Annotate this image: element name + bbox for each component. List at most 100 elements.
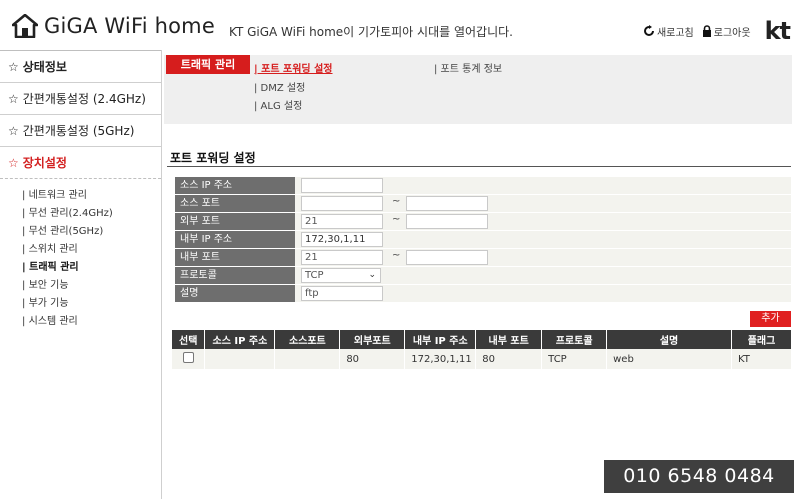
port-forward-table: 선택 소스 IP 주소 소스포트 외부포트 내부 IP 주소 내부 포트 프로토…: [172, 330, 793, 369]
sidebar: ☆ 상태정보 ☆ 간편개통설정 (2.4GHz) ☆ 간편개통설정 (5GHz)…: [0, 50, 162, 499]
tab-port-statistics[interactable]: | 포트 통계 정보: [434, 60, 502, 75]
form-row-external-port: 외부 포트 21 ~: [175, 213, 791, 231]
external-port-label: 외부 포트: [175, 213, 295, 230]
form-row-internal-port: 내부 포트 21 ~: [175, 249, 791, 267]
table-header: 내부 IP 주소: [404, 330, 477, 349]
sidebar-item-quick-setup-5ghz[interactable]: ☆ 간편개통설정 (5GHz): [0, 115, 161, 147]
top-header: GiGA WiFi home KT GiGA WiFi home이 기가토피아 …: [0, 0, 800, 50]
table-header: 프로토콜: [541, 330, 608, 349]
table-header: 선택: [172, 330, 206, 349]
submenu-wireless-24ghz[interactable]: | 무선 관리(2.4GHz): [22, 205, 161, 223]
star-icon: ☆: [8, 155, 19, 170]
cell-flag: KT: [731, 349, 793, 369]
submenu-switch[interactable]: | 스위치 관리: [22, 241, 161, 259]
submenu-label: 트래픽 관리: [29, 262, 79, 273]
table-header: 플래그: [731, 330, 793, 349]
protocol-value: TCP: [305, 270, 324, 281]
submenu-network[interactable]: | 네트워크 관리: [22, 187, 161, 205]
device-settings-submenu: | 네트워크 관리 | 무선 관리(2.4GHz) | 무선 관리(5GHz) …: [0, 179, 161, 331]
header-actions: 새로고침 로그아웃 kt: [643, 17, 791, 45]
internal-port-to-input[interactable]: [406, 250, 488, 265]
range-tilde: ~: [392, 214, 401, 225]
cell-source-ip: [204, 349, 276, 369]
internal-port-label: 내부 포트: [175, 249, 295, 266]
star-icon: ☆: [8, 123, 19, 138]
form-cell: TCP ⌄: [295, 267, 791, 284]
port-forward-form: 소스 IP 주소 소스 포트 ~ 외부 포트 21 ~ 내부 IP 주소 172…: [175, 177, 791, 303]
kt-logo: kt: [764, 17, 791, 45]
cell-protocol: TCP: [541, 349, 608, 369]
form-cell: 172,30,1,11: [295, 231, 791, 248]
form-cell: [295, 177, 791, 194]
sidebar-item-label: 간편개통설정 (2.4GHz): [22, 92, 146, 106]
cell-internal-ip: 172,30,1,11: [404, 349, 477, 369]
logout-button[interactable]: 로그아웃: [702, 24, 751, 39]
table-header: 소스포트: [274, 330, 341, 349]
phone-number-overlay: 010 6548 0484: [604, 460, 794, 493]
tab-port-forwarding[interactable]: | 포트 포워딩 설정: [254, 60, 333, 75]
lock-icon: [702, 25, 711, 37]
protocol-label: 프로토콜: [175, 267, 295, 284]
description-input[interactable]: ftp: [301, 286, 383, 301]
source-ip-input[interactable]: [301, 178, 383, 193]
traffic-tabbar: 트래픽 관리 | 포트 포워딩 설정 | 포트 통계 정보 | DMZ 설정 |…: [164, 55, 792, 124]
form-row-internal-ip: 내부 IP 주소 172,30,1,11: [175, 231, 791, 249]
submenu-traffic[interactable]: | 트래픽 관리: [22, 259, 161, 277]
form-cell: ftp: [295, 285, 791, 302]
table-header: 외부포트: [339, 330, 406, 349]
router-admin-page: GiGA WiFi home KT GiGA WiFi home이 기가토피아 …: [0, 0, 800, 499]
source-port-from-input[interactable]: [301, 196, 383, 211]
header-slogan: KT GiGA WiFi home이 기가토피아 시대를 열어갑니다.: [229, 25, 513, 39]
row-select-checkbox[interactable]: [182, 352, 194, 363]
tab-alg[interactable]: | ALG 설정: [254, 97, 302, 112]
tab-dmz[interactable]: | DMZ 설정: [254, 79, 305, 94]
logout-label: 로그아웃: [713, 27, 751, 39]
cell-source-port: [274, 349, 341, 369]
table-header: 설명: [606, 330, 732, 349]
refresh-icon: [643, 25, 654, 36]
title-divider: [167, 166, 791, 167]
sidebar-item-label: 상태정보: [22, 60, 67, 74]
submenu-security[interactable]: | 보안 기능: [22, 277, 161, 295]
table-header: 소스 IP 주소: [204, 330, 276, 349]
tab-traffic-management[interactable]: 트래픽 관리: [166, 55, 250, 74]
brand-name: GiGA WiFi home: [44, 14, 215, 38]
internal-port-from-input[interactable]: 21: [301, 250, 383, 265]
sidebar-item-device-settings[interactable]: ☆ 장치설정: [0, 147, 161, 179]
form-row-description: 설명 ftp: [175, 285, 791, 303]
sidebar-item-label: 장치설정: [22, 156, 67, 170]
form-row-source-ip: 소스 IP 주소: [175, 177, 791, 195]
submenu-label: 스위치 관리: [28, 244, 78, 255]
table-header: 내부 포트: [475, 330, 543, 349]
submenu-label: 무선 관리(2.4GHz): [28, 208, 113, 219]
add-button[interactable]: 추가: [750, 311, 791, 327]
page-title: 포트 포워딩 설정: [170, 151, 256, 165]
chevron-down-icon: ⌄: [368, 270, 376, 280]
range-tilde: ~: [392, 196, 401, 207]
table-row: 80 172,30,1,11 80 TCP web KT: [172, 349, 793, 369]
refresh-button[interactable]: 새로고침: [643, 24, 694, 39]
sidebar-item-quick-setup-24ghz[interactable]: ☆ 간편개통설정 (2.4GHz): [0, 83, 161, 115]
protocol-select[interactable]: TCP ⌄: [301, 268, 381, 283]
range-tilde: ~: [392, 250, 401, 261]
submenu-label: 무선 관리(5GHz): [28, 226, 104, 237]
cell-external-port: 80: [339, 349, 406, 369]
sidebar-item-status[interactable]: ☆ 상태정보: [0, 51, 161, 83]
internal-ip-input[interactable]: 172,30,1,11: [301, 232, 383, 247]
form-row-protocol: 프로토콜 TCP ⌄: [175, 267, 791, 285]
submenu-wireless-5ghz[interactable]: | 무선 관리(5GHz): [22, 223, 161, 241]
submenu-extra[interactable]: | 부가 기능: [22, 295, 161, 313]
brand-logo[interactable]: GiGA WiFi home: [12, 14, 215, 38]
submenu-label: 보안 기능: [28, 280, 69, 291]
house-icon: [12, 14, 38, 38]
form-cell: ~: [295, 195, 791, 212]
submenu-system[interactable]: | 시스템 관리: [22, 313, 161, 331]
form-cell: 21 ~: [295, 213, 791, 230]
refresh-label: 새로고침: [656, 27, 694, 39]
table-header-row: 선택 소스 IP 주소 소스포트 외부포트 내부 IP 주소 내부 포트 프로토…: [172, 330, 793, 349]
external-port-from-input[interactable]: 21: [301, 214, 383, 229]
form-row-source-port: 소스 포트 ~: [175, 195, 791, 213]
star-icon: ☆: [8, 91, 19, 106]
external-port-to-input[interactable]: [406, 214, 488, 229]
source-port-to-input[interactable]: [406, 196, 488, 211]
